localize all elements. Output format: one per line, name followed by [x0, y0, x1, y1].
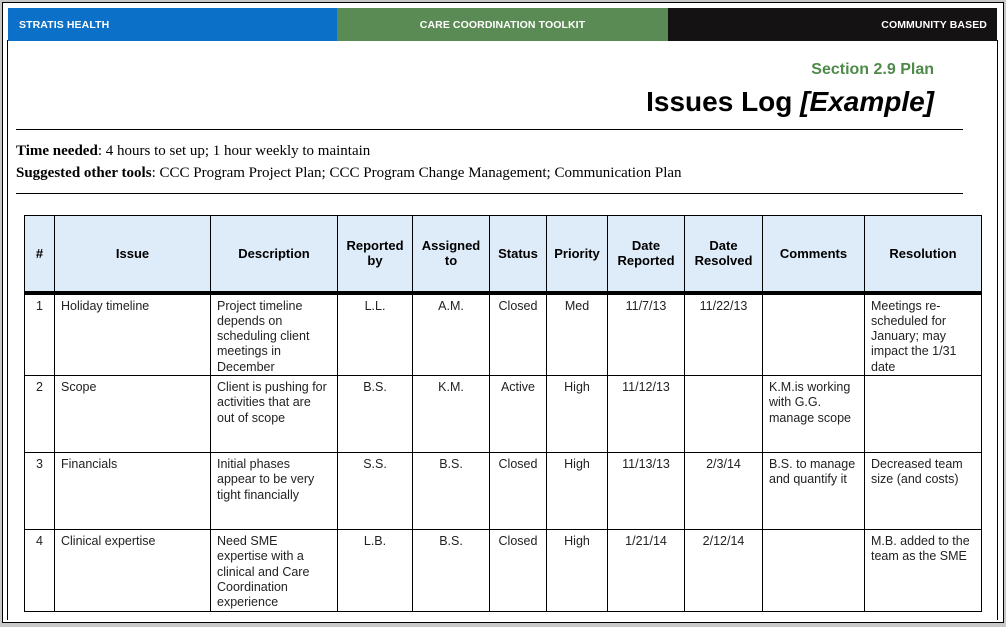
table-row: 2 Scope Client is pushing for activities… [24, 374, 982, 453]
divider-bottom [16, 193, 963, 194]
cell-date-reported: 11/13/13 [607, 451, 685, 530]
cell-date-resolved: 11/22/13 [684, 292, 763, 376]
cell-reported-by: B.S. [337, 374, 413, 453]
cell-comments: B.S. to manage and quantify it [762, 451, 865, 530]
column-header-status: Status [489, 215, 547, 295]
divider-top [16, 129, 963, 130]
table-header-row: # Issue Description Reported by Assigned… [24, 215, 982, 295]
cell-resolution [864, 374, 982, 453]
table-row: 3 Financials Initial phases appear to be… [24, 451, 982, 530]
page-title-main: Issues Log [646, 86, 793, 117]
cell-number: 4 [24, 528, 55, 612]
table-row: 4 Clinical expertise Need SME expertise … [24, 528, 982, 612]
time-needed: Time needed: 4 hours to set up; 1 hour w… [16, 143, 370, 160]
cell-priority: High [546, 374, 608, 453]
suggested-tools-label: Suggested other tools [16, 165, 152, 181]
cell-priority: High [546, 528, 608, 612]
cell-status: Active [489, 374, 547, 453]
cell-priority: High [546, 451, 608, 530]
column-header-reported-by: Reported by [337, 215, 413, 295]
cell-priority: Med [546, 292, 608, 376]
cell-number: 2 [24, 374, 55, 453]
cell-date-reported: 11/7/13 [607, 292, 685, 376]
cell-assigned-to: A.M. [412, 292, 490, 376]
cell-reported-by: L.B. [337, 528, 413, 612]
section-label: Section 2.9 Plan [811, 61, 934, 78]
cell-number: 3 [24, 451, 55, 530]
column-header-priority: Priority [546, 215, 608, 295]
cell-date-resolved: 2/12/14 [684, 528, 763, 612]
cell-issue: Financials [54, 451, 211, 530]
issues-table: # Issue Description Reported by Assigned… [24, 215, 982, 612]
column-header-comments: Comments [762, 215, 865, 295]
page-title: Issues Log [Example] [646, 86, 934, 118]
cell-reported-by: L.L. [337, 292, 413, 376]
cell-assigned-to: K.M. [412, 374, 490, 453]
suggested-tools: Suggested other tools: CCC Program Proje… [16, 165, 682, 182]
page-border-left [7, 40, 8, 620]
cell-issue: Clinical expertise [54, 528, 211, 612]
cell-comments [762, 292, 865, 376]
page-border-right [997, 40, 998, 620]
column-header-date-reported: Date Reported [607, 215, 685, 295]
cell-date-reported: 11/12/13 [607, 374, 685, 453]
cell-comments [762, 528, 865, 612]
header-banner: STRATIS HEALTH CARE COORDINATION TOOLKIT… [8, 8, 997, 41]
column-header-issue: Issue [54, 215, 211, 295]
cell-date-reported: 1/21/14 [607, 528, 685, 612]
cell-description: Client is pushing for activities that ar… [210, 374, 338, 453]
banner-category: COMMUNITY BASED [668, 8, 997, 41]
cell-description: Project timeline depends on scheduling c… [210, 292, 338, 376]
cell-status: Closed [489, 528, 547, 612]
cell-description: Need SME expertise with a clinical and C… [210, 528, 338, 612]
time-needed-label: Time needed [16, 143, 98, 159]
cell-reported-by: S.S. [337, 451, 413, 530]
cell-issue: Scope [54, 374, 211, 453]
cell-assigned-to: B.S. [412, 528, 490, 612]
column-header-date-resolved: Date Resolved [684, 215, 763, 295]
column-header-resolution: Resolution [864, 215, 982, 295]
banner-organization: STRATIS HEALTH [8, 8, 337, 41]
cell-number: 1 [24, 292, 55, 376]
cell-resolution: Meetings re-scheduled for January; may i… [864, 292, 982, 376]
cell-date-resolved [684, 374, 763, 453]
cell-description: Initial phases appear to be very tight f… [210, 451, 338, 530]
cell-resolution: M.B. added to the team as the SME [864, 528, 982, 612]
table-row: 1 Holiday timeline Project timeline depe… [24, 292, 982, 376]
cell-issue: Holiday timeline [54, 292, 211, 376]
column-header-description: Description [210, 215, 338, 295]
cell-resolution: Decreased team size (and costs) [864, 451, 982, 530]
cell-comments: K.M.is working with G.G. manage scope [762, 374, 865, 453]
column-header-number: # [24, 215, 55, 295]
cell-status: Closed [489, 451, 547, 530]
banner-toolkit: CARE COORDINATION TOOLKIT [337, 8, 668, 41]
cell-status: Closed [489, 292, 547, 376]
suggested-tools-value: : CCC Program Project Plan; CCC Program … [151, 165, 682, 181]
time-needed-value: : 4 hours to set up; 1 hour weekly to ma… [97, 143, 371, 159]
cell-date-resolved: 2/3/14 [684, 451, 763, 530]
column-header-assigned-to: Assigned to [412, 215, 490, 295]
cell-assigned-to: B.S. [412, 451, 490, 530]
page-title-suffix: [Example] [800, 86, 934, 117]
